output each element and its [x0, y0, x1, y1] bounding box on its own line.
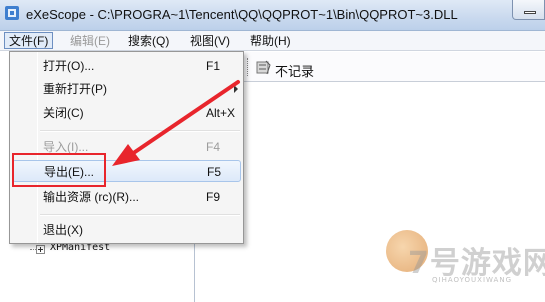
menu-view[interactable]: 视图(V) [186, 33, 234, 50]
menu-item-label: 重新打开(P) [43, 82, 107, 96]
menu-item-label: 关闭(C) [43, 106, 84, 120]
toolbar-separator [247, 58, 249, 76]
menu-item-label: 退出(X) [43, 223, 83, 237]
menu-file[interactable]: 文件(F) [4, 32, 54, 49]
menu-search[interactable]: 搜索(Q) [124, 33, 173, 50]
annotation-highlight-box [12, 153, 106, 187]
window-title: eXeScope - C:\PROGRA~1\Tencent\QQ\QQPROT… [26, 7, 458, 22]
no-record-icon[interactable] [256, 60, 271, 75]
minimize-button[interactable] [512, 0, 545, 20]
title-bar: eXeScope - C:\PROGRA~1\Tencent\QQ\QQPROT… [0, 0, 545, 31]
menu-item-shortcut: F4 [206, 140, 221, 154]
no-record-button[interactable]: 不记录 [275, 61, 314, 80]
menu-item-open[interactable]: 打开(O)... F1 [10, 55, 243, 77]
menu-item-shortcut: F5 [207, 165, 222, 179]
tree-expand-icon[interactable] [36, 245, 45, 254]
menu-edit[interactable]: 编辑(E) [66, 33, 114, 50]
menu-separator [40, 214, 240, 216]
app-icon [5, 6, 19, 20]
menu-separator [40, 130, 240, 132]
submenu-arrow-icon [234, 85, 238, 93]
menu-item-label: 打开(O)... [43, 59, 95, 73]
menu-item-output-resource[interactable]: 输出资源 (rc)(R)... F9 [10, 186, 243, 208]
menu-item-shortcut: F1 [206, 59, 221, 73]
minimize-icon [524, 11, 536, 14]
menu-item-reopen[interactable]: 重新打开(P) [10, 78, 243, 100]
file-menu-dropdown: 打开(O)... F1 重新打开(P) 关闭(C) Alt+X 导入(I)...… [9, 51, 244, 244]
menu-item-shortcut: Alt+X [206, 106, 236, 120]
menu-help[interactable]: 帮助(H) [246, 33, 295, 50]
menu-item-label: 输出资源 (rc)(R)... [43, 190, 139, 204]
menu-item-shortcut: F9 [206, 190, 221, 204]
menu-item-close[interactable]: 关闭(C) Alt+X [10, 102, 243, 124]
watermark-subtext: QIHAOYOUXIWANG [432, 276, 513, 284]
menu-bar: 文件(F) 编辑(E) 搜索(Q) 视图(V) 帮助(H) [0, 31, 545, 51]
menu-item-exit[interactable]: 退出(X) [10, 219, 243, 241]
